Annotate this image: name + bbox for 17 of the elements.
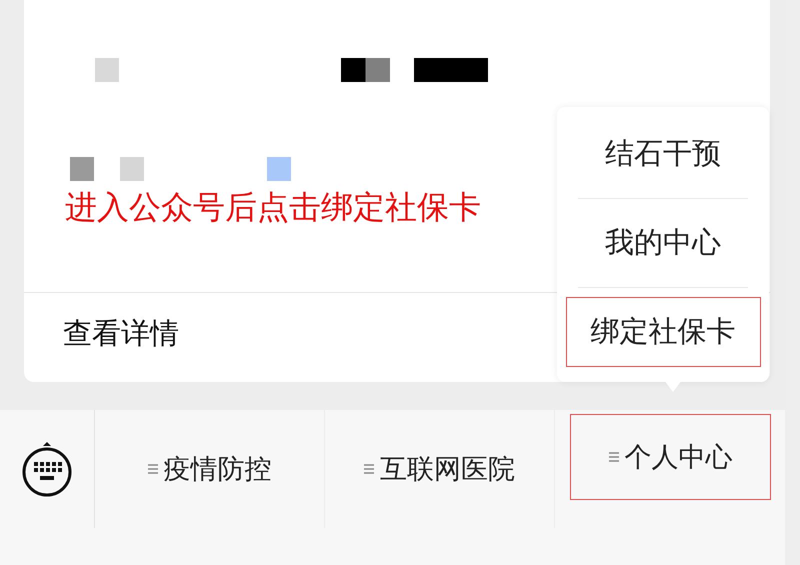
popup-menu-item[interactable]: 绑定社保卡 (566, 298, 760, 366)
keyboard-icon[interactable] (22, 441, 72, 497)
popup-menu-item[interactable]: 我的中心 (578, 199, 748, 288)
menu-bar-item[interactable]: 互联网医院 (364, 451, 515, 487)
menu-bar-item[interactable]: 疫情防控 (148, 451, 272, 487)
view-details-link[interactable]: 查看详情 (24, 293, 179, 354)
menu-lines-icon (608, 451, 618, 463)
menu-lines-icon (148, 463, 158, 475)
redaction-block (341, 58, 390, 82)
menu-bar-item[interactable]: 个人中心 (570, 415, 770, 499)
redaction-block (120, 157, 144, 181)
annotation-text: 进入公众号后点击绑定社保卡 (65, 187, 481, 228)
redaction-block (267, 157, 291, 181)
menu-lines-icon (364, 463, 374, 475)
popup-menu-item[interactable]: 结石干预 (578, 110, 748, 199)
redaction-block (70, 157, 94, 181)
redaction-block (95, 58, 119, 82)
